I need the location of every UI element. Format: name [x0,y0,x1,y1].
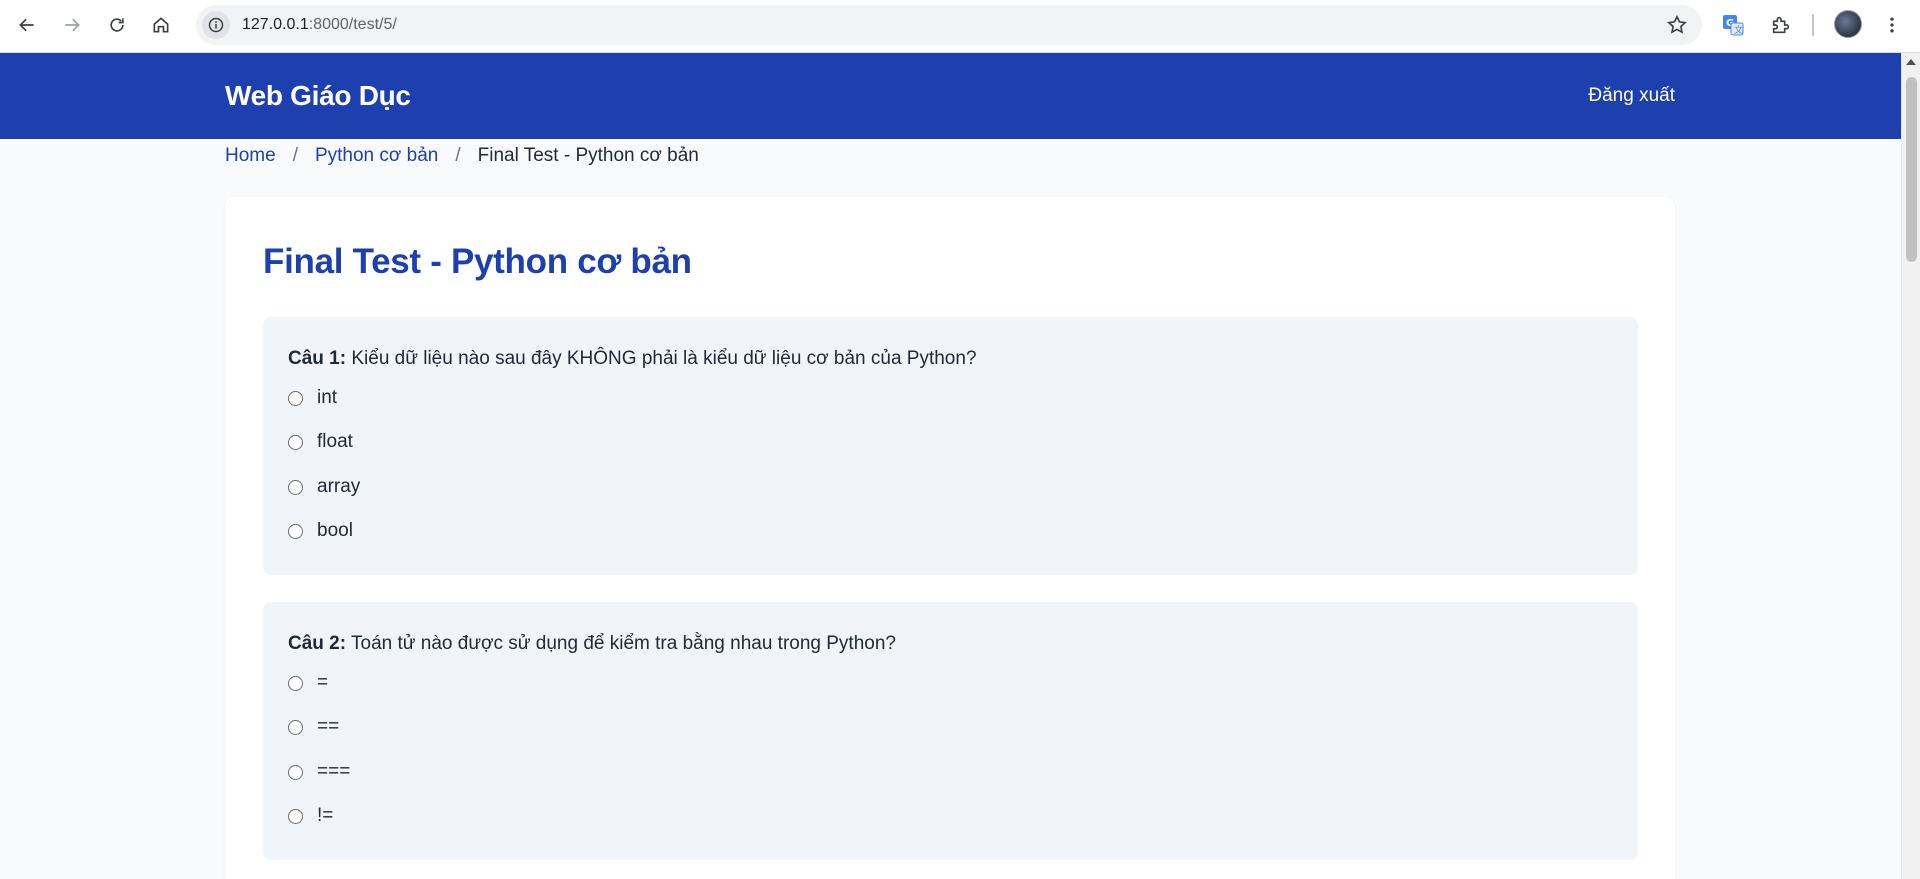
breadcrumb: Home / Python cơ bản / Final Test - Pyth… [225,145,699,167]
option-label: bool [317,520,353,541]
page-scrollbar[interactable] [1901,53,1920,879]
answer-option[interactable]: int [288,386,337,410]
question-text: Câu 2: Toán tử nào được sử dụng để kiểm … [288,633,896,655]
back-icon[interactable] [9,7,45,43]
breadcrumb-separator: / [455,145,461,166]
answer-option[interactable]: === [288,760,350,784]
scrollbar-thumb[interactable] [1906,77,1917,262]
radio-button[interactable] [288,764,303,780]
question-number: Câu 2: [288,633,347,654]
url-host: 127.0.0.1 [242,16,309,33]
question-text: Câu 1: Kiểu dữ liệu nào sau đây KHÔNG ph… [288,348,977,370]
svg-text:文: 文 [1734,24,1743,36]
option-label: = [317,672,329,693]
answer-option[interactable]: array [288,475,360,499]
profile-avatar[interactable] [1834,10,1862,38]
radio-button[interactable] [288,808,303,824]
url-text[interactable]: 127.0.0.1:8000/test/5/ [242,16,397,34]
home-icon[interactable] [143,7,179,43]
google-translate-icon[interactable]: G文 [1717,9,1749,41]
answer-option[interactable]: != [288,804,333,828]
radio-button[interactable] [288,719,303,735]
radio-button[interactable] [288,523,303,539]
question-block: Câu 1: Kiểu dữ liệu nào sau đây KHÔNG ph… [263,317,1638,575]
option-label: float [317,431,353,452]
test-card: Final Test - Python cơ bản Câu 1: Kiểu d… [225,197,1675,879]
forward-icon[interactable] [54,7,90,43]
radio-button[interactable] [288,675,303,691]
answer-option[interactable]: bool [288,519,353,543]
answer-option[interactable]: float [288,430,353,454]
option-label: == [317,716,340,737]
address-bar[interactable]: 127.0.0.1:8000/test/5/ [196,5,1702,45]
page-title: Final Test - Python cơ bản [263,242,692,281]
radio-button[interactable] [288,479,303,495]
radio-button[interactable] [288,434,303,450]
question-block: Câu 2: Toán tử nào được sử dụng để kiểm … [263,602,1638,860]
option-label: array [317,476,361,497]
radio-button[interactable] [288,390,303,406]
question-number: Câu 1: [288,348,347,369]
breadcrumb-home-link[interactable]: Home [225,145,276,167]
menu-kebab-icon[interactable] [1874,7,1910,43]
option-label: != [317,805,334,826]
extensions-puzzle-icon[interactable] [1765,9,1797,41]
breadcrumb-current: Final Test - Python cơ bản [477,145,699,166]
scroll-up-arrow-icon[interactable] [1906,59,1916,65]
bookmark-star-icon[interactable] [1666,14,1688,36]
answer-option[interactable]: = [288,671,328,695]
logout-link[interactable]: Đăng xuất [1588,85,1675,107]
question-prompt: Kiểu dữ liệu nào sau đây KHÔNG phải là k… [346,348,977,369]
site-header: Web Giáo Dục Đăng xuất [0,53,1901,139]
question-prompt: Toán tử nào được sử dụng để kiểm tra bằn… [346,633,896,654]
toolbar-divider [1812,14,1814,36]
site-info-icon[interactable] [202,11,230,39]
reload-icon[interactable] [99,7,135,43]
url-path: :8000/test/5/ [308,16,397,33]
option-label: int [317,387,338,408]
brand-logo-text[interactable]: Web Giáo Dục [225,80,411,112]
answer-option[interactable]: == [288,715,339,739]
breadcrumb-separator: / [292,145,298,166]
breadcrumb-course-link[interactable]: Python cơ bản [315,145,438,167]
browser-toolbar: 127.0.0.1:8000/test/5/ G文 [0,0,1920,53]
option-label: === [317,761,351,782]
